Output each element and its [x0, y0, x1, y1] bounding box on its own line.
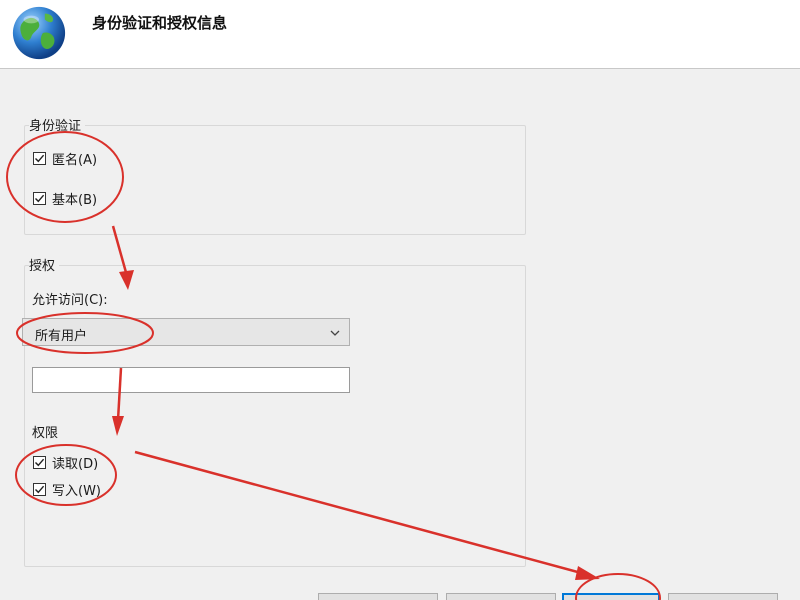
- previous-button[interactable]: [318, 593, 438, 600]
- allow-access-value: 所有用户: [35, 329, 88, 344]
- basic-checkbox-row[interactable]: 基本(B): [33, 189, 97, 208]
- checkmark-icon: [35, 458, 45, 467]
- read-checkbox[interactable]: [33, 456, 46, 469]
- dialog-window: 身份验证和授权信息 身份验证 匿名(A) 基本(B) 授权 允许访问(C): 所…: [0, 0, 800, 600]
- basic-checkbox[interactable]: [33, 192, 46, 205]
- checkmark-icon: [35, 154, 45, 163]
- authorization-group-label: 授权: [29, 255, 60, 274]
- dialog-title: 身份验证和授权信息: [92, 14, 228, 32]
- authorization-group: [24, 265, 526, 567]
- chevron-down-icon: [330, 330, 340, 336]
- dialog-header: 身份验证和授权信息: [0, 0, 800, 69]
- checkmark-icon: [35, 485, 45, 494]
- checkmark-icon: [35, 194, 45, 203]
- read-checkbox-row[interactable]: 读取(D): [33, 453, 98, 472]
- authentication-group: [24, 125, 526, 235]
- user-role-input[interactable]: [32, 367, 350, 393]
- finish-button[interactable]: [562, 593, 660, 600]
- authentication-group-label: 身份验证: [29, 115, 86, 134]
- anonymous-checkbox[interactable]: [33, 152, 46, 165]
- write-checkbox-row[interactable]: 写入(W): [33, 480, 101, 499]
- anonymous-label: 匿名(A): [52, 153, 98, 168]
- next-button[interactable]: [446, 593, 556, 600]
- permissions-label: 权限: [32, 426, 59, 441]
- globe-icon: [12, 6, 66, 60]
- anonymous-checkbox-row[interactable]: 匿名(A): [33, 149, 97, 168]
- write-checkbox[interactable]: [33, 483, 46, 496]
- write-label: 写入(W): [52, 484, 101, 499]
- basic-label: 基本(B): [52, 193, 98, 208]
- allow-access-dropdown[interactable]: 所有用户: [22, 318, 350, 346]
- read-label: 读取(D): [52, 457, 99, 472]
- allow-access-label: 允许访问(C):: [32, 293, 108, 308]
- cancel-button[interactable]: [668, 593, 778, 600]
